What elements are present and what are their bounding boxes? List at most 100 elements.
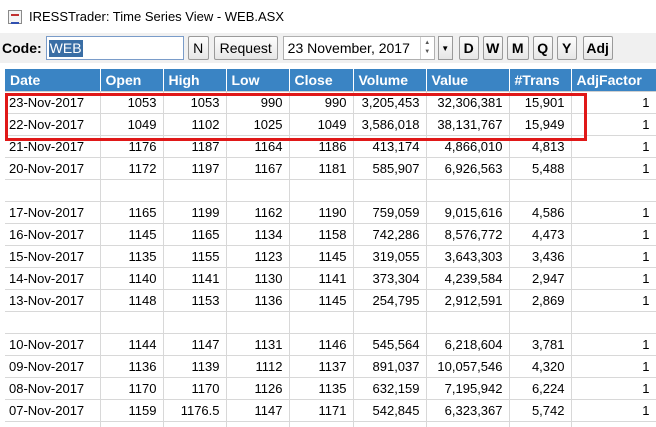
table-cell: 1 xyxy=(571,421,656,427)
adjust-button[interactable]: Adj xyxy=(582,36,613,60)
table-row[interactable] xyxy=(5,311,656,334)
spinner-up-icon[interactable]: ▲ xyxy=(424,39,430,48)
table-cell: 1145 xyxy=(289,289,354,312)
table-cell: 1131 xyxy=(226,333,290,356)
table-cell: 1049 xyxy=(100,113,164,136)
table-row[interactable] xyxy=(5,179,656,202)
table-cell: 13-Nov-2017 xyxy=(5,289,101,312)
table-cell: 10-Nov-2017 xyxy=(5,333,101,356)
request-button[interactable]: Request xyxy=(213,36,278,60)
table-cell: 20-Nov-2017 xyxy=(5,157,101,180)
table-cell: 6,345 xyxy=(509,421,572,427)
table-row[interactable]: 23-Nov-2017 1053 1053 990 990 3,205,453 32,306… xyxy=(5,91,656,114)
table-cell: 8,576,772 xyxy=(426,223,510,246)
table-cell: 1 xyxy=(571,91,656,114)
col-header-date[interactable]: Date xyxy=(5,69,101,92)
table-cell: 1176.5 xyxy=(163,399,227,422)
table-cell: 319,055 xyxy=(353,245,427,268)
table-cell: 1145 xyxy=(100,223,164,246)
table-row[interactable]: 13-Nov-2017 1148 1153 1136 1145 254,795 2,912,… xyxy=(5,289,656,312)
col-header-low[interactable]: Low xyxy=(226,69,290,92)
toolbar: Code: WEB N Request 23 November, 2017 ▲ … xyxy=(0,33,656,63)
table-cell xyxy=(426,179,510,202)
table-row[interactable]: 07-Nov-2017 1159 1176.5 1147 1171 542,845 6,32… xyxy=(5,399,656,422)
table-cell: 1137 xyxy=(289,355,354,378)
table-cell: 1157 xyxy=(163,421,227,427)
table-cell: 1167 xyxy=(226,157,290,180)
table-cell: 1176 xyxy=(100,135,164,158)
table-cell: 1144 xyxy=(100,333,164,356)
table-row[interactable]: 15-Nov-2017 1135 1155 1123 1145 319,055 3,643,… xyxy=(5,245,656,268)
table-cell: 4,813 xyxy=(509,135,572,158)
table-row[interactable]: 09-Nov-2017 1136 1139 1112 1137 891,037 10,057… xyxy=(5,355,656,378)
monthly-button[interactable]: M xyxy=(506,36,529,60)
table-cell: 15,901 xyxy=(509,91,572,114)
table-cell: 6,926,563 xyxy=(426,157,510,180)
table-cell: 1 xyxy=(571,201,656,224)
table-cell: 1134 xyxy=(226,223,290,246)
table-cell: 1159 xyxy=(100,399,164,422)
table-cell: 2,912,591 xyxy=(426,289,510,312)
date-dropdown-button[interactable]: ▼ xyxy=(437,36,453,60)
table-cell xyxy=(509,179,572,202)
table-cell: 1146 xyxy=(289,333,354,356)
spinner-down-icon[interactable]: ▼ xyxy=(424,48,430,57)
table-cell: 545,564 xyxy=(353,333,427,356)
date-spinner[interactable]: ▲ ▼ xyxy=(419,37,434,59)
table-cell: 1140 xyxy=(100,267,164,290)
table-cell: 5,742 xyxy=(509,399,572,422)
table-cell: 38,131,767 xyxy=(426,113,510,136)
table-cell: 1171 xyxy=(289,399,354,422)
table-cell: 1 xyxy=(571,157,656,180)
table-row[interactable]: 17-Nov-2017 1165 1199 1162 1190 759,059 9,015,… xyxy=(5,201,656,224)
date-picker[interactable]: 23 November, 2017 ▲ ▼ xyxy=(282,36,435,60)
table-cell: 1145 xyxy=(289,245,354,268)
table-row[interactable]: 14-Nov-2017 1140 1141 1130 1141 373,304 4,239,… xyxy=(5,267,656,290)
table-row[interactable]: 20-Nov-2017 1172 1197 1167 1181 585,907 6,926,… xyxy=(5,157,656,180)
code-input[interactable]: WEB xyxy=(45,36,184,60)
table-cell: 1172 xyxy=(100,157,164,180)
col-header-trans[interactable]: #Trans xyxy=(509,69,572,92)
table-cell: 14-Nov-2017 xyxy=(5,267,101,290)
table-cell: 1139 xyxy=(163,355,227,378)
table-cell xyxy=(100,179,164,202)
table-cell: 1141 xyxy=(289,267,354,290)
table-row[interactable]: 08-Nov-2017 1170 1170 1126 1135 632,159 7,195,… xyxy=(5,377,656,400)
table-row[interactable]: 10-Nov-2017 1144 1147 1131 1146 545,564 6,218,… xyxy=(5,333,656,356)
table-cell xyxy=(353,311,427,334)
table-cell: 08-Nov-2017 xyxy=(5,377,101,400)
quarterly-button[interactable]: Q xyxy=(532,36,553,60)
col-header-adjfactor[interactable]: AdjFactor xyxy=(571,69,656,92)
table-row[interactable]: 06-Nov-20171150115711401157486,9465,602,… xyxy=(5,421,656,427)
daily-button[interactable]: D xyxy=(458,36,479,60)
table-cell: 1158 xyxy=(289,223,354,246)
table-cell: 06-Nov-2017 xyxy=(5,421,101,427)
col-header-open[interactable]: Open xyxy=(100,69,164,92)
col-header-volume[interactable]: Volume xyxy=(353,69,427,92)
app-icon xyxy=(8,9,22,24)
col-header-value[interactable]: Value xyxy=(426,69,510,92)
table-cell: 6,323,367 xyxy=(426,399,510,422)
table-cell: 6,218,604 xyxy=(426,333,510,356)
table-cell: 1170 xyxy=(100,377,164,400)
table-cell: 17-Nov-2017 xyxy=(5,201,101,224)
table-cell: 1102 xyxy=(163,113,227,136)
table-row[interactable]: 16-Nov-2017 1145 1165 1134 1158 742,286 8,576,… xyxy=(5,223,656,246)
table-cell xyxy=(509,311,572,334)
col-header-close[interactable]: Close xyxy=(289,69,354,92)
table-row[interactable]: 22-Nov-2017 1049 1102 1025 1049 3,586,018 38,1… xyxy=(5,113,656,136)
col-header-high[interactable]: High xyxy=(163,69,227,92)
table-row[interactable]: 21-Nov-2017 1176 1187 1164 1186 413,174 4,866,… xyxy=(5,135,656,158)
yearly-button[interactable]: Y xyxy=(556,36,577,60)
table-cell: 1 xyxy=(571,267,656,290)
n-button[interactable]: N xyxy=(187,36,209,60)
table-cell: 7,195,942 xyxy=(426,377,510,400)
table-cell: 1165 xyxy=(100,201,164,224)
table-cell: 1130 xyxy=(226,267,290,290)
table-cell: 1135 xyxy=(100,245,164,268)
table-cell: 1123 xyxy=(226,245,290,268)
table-cell: 21-Nov-2017 xyxy=(5,135,101,158)
weekly-button[interactable]: W xyxy=(482,36,503,60)
table-cell: 4,473 xyxy=(509,223,572,246)
table-cell: 3,436 xyxy=(509,245,572,268)
